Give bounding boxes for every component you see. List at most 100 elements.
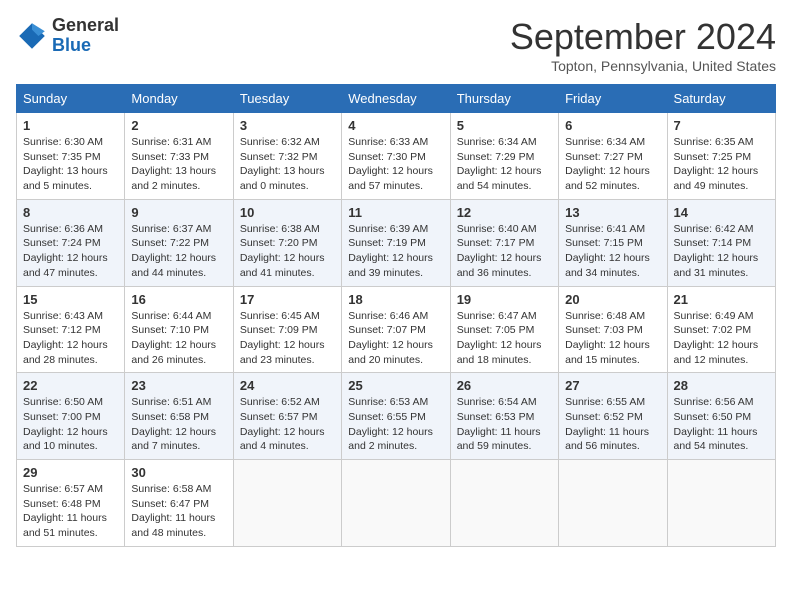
week-row-1: 1 Sunrise: 6:30 AMSunset: 7:35 PMDaylight… xyxy=(17,113,776,200)
day-number: 11 xyxy=(348,205,443,220)
day-cell: 16Sunrise: 6:44 AMSunset: 7:10 PMDayligh… xyxy=(125,286,233,373)
day-cell: 20 Sunrise: 6:48 AMSunset: 7:03 PMDayligh… xyxy=(559,286,667,373)
day-cell xyxy=(342,460,450,547)
day-number: 25 xyxy=(348,378,443,393)
day-number: 12 xyxy=(457,205,552,220)
page-header: General Blue September 2024 Topton, Penn… xyxy=(16,16,776,74)
day-detail: Sunrise: 6:57 AMSunset: 6:48 PMDaylight:… xyxy=(23,482,118,541)
weekday-header-friday: Friday xyxy=(559,85,667,113)
day-cell: 18Sunrise: 6:46 AMSunset: 7:07 PMDayligh… xyxy=(342,286,450,373)
week-row-2: 8 Sunrise: 6:36 AMSunset: 7:24 PMDaylight… xyxy=(17,199,776,286)
day-cell xyxy=(667,460,775,547)
day-detail: Sunrise: 6:52 AMSunset: 6:57 PMDaylight:… xyxy=(240,395,335,454)
day-detail: Sunrise: 6:48 AMSunset: 7:03 PMDaylight:… xyxy=(565,309,660,368)
day-number: 4 xyxy=(348,118,443,133)
day-number: 17 xyxy=(240,292,335,307)
day-cell: 24Sunrise: 6:52 AMSunset: 6:57 PMDayligh… xyxy=(233,373,341,460)
logo-general: General xyxy=(52,15,119,35)
day-detail: Sunrise: 6:56 AMSunset: 6:50 PMDaylight:… xyxy=(674,395,769,454)
title-block: September 2024 Topton, Pennsylvania, Uni… xyxy=(510,16,776,74)
day-number: 26 xyxy=(457,378,552,393)
day-cell: 25Sunrise: 6:53 AMSunset: 6:55 PMDayligh… xyxy=(342,373,450,460)
day-number: 1 xyxy=(23,118,118,133)
day-number: 7 xyxy=(674,118,769,133)
day-detail: Sunrise: 6:34 AMSunset: 7:29 PMDaylight:… xyxy=(457,135,552,194)
day-detail: Sunrise: 6:36 AMSunset: 7:24 PMDaylight:… xyxy=(23,222,118,281)
day-cell: 12 Sunrise: 6:40 AMSunset: 7:17 PMDayligh… xyxy=(450,199,558,286)
location: Topton, Pennsylvania, United States xyxy=(510,58,776,74)
day-detail: Sunrise: 6:51 AMSunset: 6:58 PMDaylight:… xyxy=(131,395,226,454)
day-cell: 19Sunrise: 6:47 AMSunset: 7:05 PMDayligh… xyxy=(450,286,558,373)
week-row-5: 29Sunrise: 6:57 AMSunset: 6:48 PMDayligh… xyxy=(17,460,776,547)
weekday-header-saturday: Saturday xyxy=(667,85,775,113)
day-number: 14 xyxy=(674,205,769,220)
week-row-3: 15 Sunrise: 6:43 AMSunset: 7:12 PMDayligh… xyxy=(17,286,776,373)
day-cell: 9 Sunrise: 6:37 AMSunset: 7:22 PMDaylight… xyxy=(125,199,233,286)
day-detail: Sunrise: 6:41 AMSunset: 7:15 PMDaylight:… xyxy=(565,222,660,281)
day-detail: Sunrise: 6:54 AMSunset: 6:53 PMDaylight:… xyxy=(457,395,552,454)
day-cell: 17 Sunrise: 6:45 AMSunset: 7:09 PMDayligh… xyxy=(233,286,341,373)
day-number: 21 xyxy=(674,292,769,307)
day-number: 9 xyxy=(131,205,226,220)
weekday-header-monday: Monday xyxy=(125,85,233,113)
day-number: 23 xyxy=(131,378,226,393)
day-cell: 28 Sunrise: 6:56 AMSunset: 6:50 PMDayligh… xyxy=(667,373,775,460)
week-row-4: 22Sunrise: 6:50 AMSunset: 7:00 PMDayligh… xyxy=(17,373,776,460)
day-cell: 8 Sunrise: 6:36 AMSunset: 7:24 PMDaylight… xyxy=(17,199,125,286)
day-detail: Sunrise: 6:37 AMSunset: 7:22 PMDaylight:… xyxy=(131,222,226,281)
day-cell: 4Sunrise: 6:33 AMSunset: 7:30 PMDaylight… xyxy=(342,113,450,200)
day-cell: 27 Sunrise: 6:55 AMSunset: 6:52 PMDayligh… xyxy=(559,373,667,460)
day-cell xyxy=(559,460,667,547)
day-detail: Sunrise: 6:55 AMSunset: 6:52 PMDaylight:… xyxy=(565,395,660,454)
day-detail: Sunrise: 6:45 AMSunset: 7:09 PMDaylight:… xyxy=(240,309,335,368)
day-cell: 7Sunrise: 6:35 AMSunset: 7:25 PMDaylight… xyxy=(667,113,775,200)
day-detail: Sunrise: 6:40 AMSunset: 7:17 PMDaylight:… xyxy=(457,222,552,281)
day-detail: Sunrise: 6:34 AMSunset: 7:27 PMDaylight:… xyxy=(565,135,660,194)
day-cell: 29Sunrise: 6:57 AMSunset: 6:48 PMDayligh… xyxy=(17,460,125,547)
day-number: 5 xyxy=(457,118,552,133)
day-cell: 10Sunrise: 6:38 AMSunset: 7:20 PMDayligh… xyxy=(233,199,341,286)
logo: General Blue xyxy=(16,16,119,56)
day-detail: Sunrise: 6:42 AMSunset: 7:14 PMDaylight:… xyxy=(674,222,769,281)
day-detail: Sunrise: 6:46 AMSunset: 7:07 PMDaylight:… xyxy=(348,309,443,368)
logo-blue: Blue xyxy=(52,35,91,55)
day-cell: 23 Sunrise: 6:51 AMSunset: 6:58 PMDayligh… xyxy=(125,373,233,460)
month-title: September 2024 xyxy=(510,16,776,58)
day-cell: 14 Sunrise: 6:42 AMSunset: 7:14 PMDayligh… xyxy=(667,199,775,286)
logo-icon xyxy=(16,20,48,52)
day-cell: 5 Sunrise: 6:34 AMSunset: 7:29 PMDaylight… xyxy=(450,113,558,200)
day-detail: Sunrise: 6:30 AMSunset: 7:35 PMDaylight:… xyxy=(23,135,118,194)
day-number: 22 xyxy=(23,378,118,393)
weekday-header-sunday: Sunday xyxy=(17,85,125,113)
day-cell: 22Sunrise: 6:50 AMSunset: 7:00 PMDayligh… xyxy=(17,373,125,460)
day-number: 30 xyxy=(131,465,226,480)
day-number: 8 xyxy=(23,205,118,220)
day-number: 28 xyxy=(674,378,769,393)
day-cell: 13 Sunrise: 6:41 AMSunset: 7:15 PMDayligh… xyxy=(559,199,667,286)
weekday-header-tuesday: Tuesday xyxy=(233,85,341,113)
day-cell: 6 Sunrise: 6:34 AMSunset: 7:27 PMDaylight… xyxy=(559,113,667,200)
day-detail: Sunrise: 6:31 AMSunset: 7:33 PMDaylight:… xyxy=(131,135,226,194)
calendar-table: SundayMondayTuesdayWednesdayThursdayFrid… xyxy=(16,84,776,547)
weekday-header-thursday: Thursday xyxy=(450,85,558,113)
weekday-header-row: SundayMondayTuesdayWednesdayThursdayFrid… xyxy=(17,85,776,113)
day-number: 20 xyxy=(565,292,660,307)
day-cell: 21Sunrise: 6:49 AMSunset: 7:02 PMDayligh… xyxy=(667,286,775,373)
day-detail: Sunrise: 6:47 AMSunset: 7:05 PMDaylight:… xyxy=(457,309,552,368)
day-number: 2 xyxy=(131,118,226,133)
day-detail: Sunrise: 6:39 AMSunset: 7:19 PMDaylight:… xyxy=(348,222,443,281)
day-number: 6 xyxy=(565,118,660,133)
day-detail: Sunrise: 6:32 AMSunset: 7:32 PMDaylight:… xyxy=(240,135,335,194)
day-number: 3 xyxy=(240,118,335,133)
day-number: 27 xyxy=(565,378,660,393)
day-detail: Sunrise: 6:43 AMSunset: 7:12 PMDaylight:… xyxy=(23,309,118,368)
day-cell xyxy=(233,460,341,547)
day-cell xyxy=(450,460,558,547)
day-cell: 3 Sunrise: 6:32 AMSunset: 7:32 PMDaylight… xyxy=(233,113,341,200)
day-detail: Sunrise: 6:58 AMSunset: 6:47 PMDaylight:… xyxy=(131,482,226,541)
day-number: 16 xyxy=(131,292,226,307)
day-cell: 15 Sunrise: 6:43 AMSunset: 7:12 PMDayligh… xyxy=(17,286,125,373)
day-number: 15 xyxy=(23,292,118,307)
day-number: 13 xyxy=(565,205,660,220)
day-cell: 1 Sunrise: 6:30 AMSunset: 7:35 PMDaylight… xyxy=(17,113,125,200)
